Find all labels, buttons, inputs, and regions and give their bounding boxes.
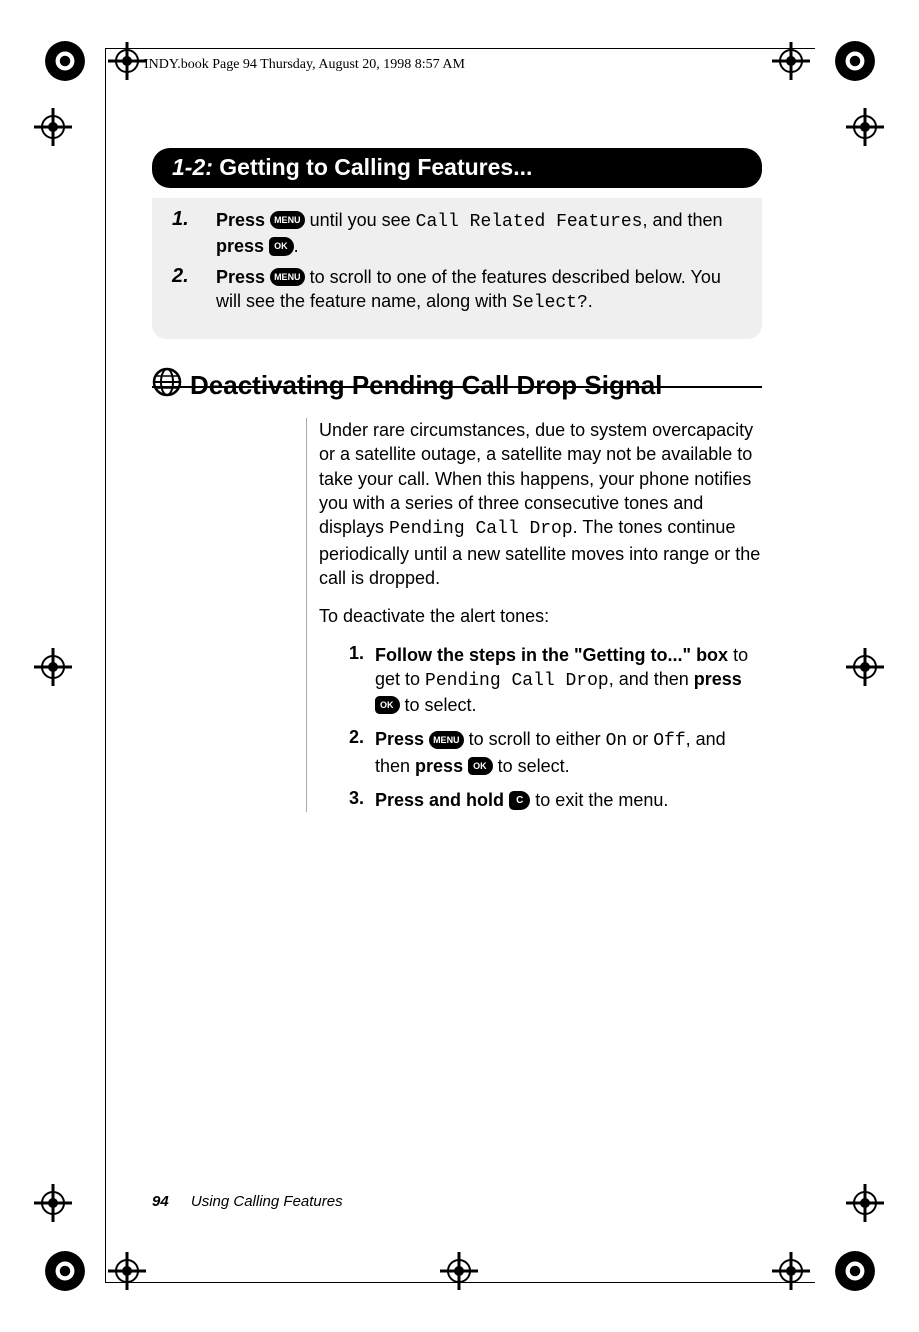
- step-number: 2.: [349, 727, 375, 778]
- crop-line-left: [105, 48, 106, 1282]
- box-step-1: 1. Press MENU until you see Call Related…: [172, 208, 742, 259]
- reg-mark-top-left-inner: [108, 42, 146, 80]
- page-number: 94: [152, 1193, 169, 1210]
- lcd-text: Pending Call Drop: [425, 671, 609, 691]
- box-step-1-body: Press MENU until you see Call Related Fe…: [216, 208, 742, 259]
- reg-mark-bottom-left-inner: [108, 1252, 146, 1290]
- box-step-2: 2. Press MENU to scroll to one of the fe…: [172, 265, 742, 316]
- footer-title: Using Calling Features: [191, 1193, 343, 1210]
- reg-star-top-left: [44, 40, 86, 82]
- crop-line-top: [105, 48, 815, 49]
- lcd-text: Off: [653, 731, 685, 751]
- step-text: Press and hold C to exit the menu.: [375, 788, 668, 812]
- reg-mark-bottom-center: [440, 1252, 478, 1290]
- menu-key-icon: MENU: [270, 268, 305, 286]
- box-heading: 1-2: Getting to Calling Features...: [152, 148, 762, 188]
- c-key-icon: C: [509, 791, 530, 811]
- text: to select.: [400, 695, 477, 715]
- text: , and then: [642, 210, 722, 230]
- text: or: [627, 729, 653, 749]
- lcd-text: On: [606, 731, 628, 751]
- press-label: press: [415, 756, 463, 776]
- press-label: press: [694, 669, 742, 689]
- press-label: press: [216, 236, 264, 256]
- reg-mark-bottom-right-inner: [772, 1252, 810, 1290]
- text: until you see: [305, 210, 416, 230]
- box-step-1-num: 1.: [172, 208, 216, 259]
- box-step-2-num: 2.: [172, 265, 216, 316]
- menu-key-icon: MENU: [270, 211, 305, 229]
- reg-mark-left-lower: [34, 1184, 72, 1222]
- running-header: INDY.book Page 94 Thursday, August 20, 1…: [144, 57, 465, 73]
- text: .: [294, 236, 299, 256]
- reg-star-bottom-left: [44, 1250, 86, 1292]
- reg-mark-top-right-inner: [772, 42, 810, 80]
- box-heading-title: Getting to Calling Features...: [219, 154, 532, 180]
- reg-star-top-right: [834, 40, 876, 82]
- step-2: 2. Press MENU to scroll to either On or …: [349, 727, 762, 778]
- text: .: [588, 291, 593, 311]
- page-footer: 94 Using Calling Features: [152, 1193, 343, 1210]
- box-step-2-body: Press MENU to scroll to one of the featu…: [216, 265, 742, 316]
- lcd-text: Pending Call Drop: [389, 519, 573, 539]
- press-label: Press: [216, 267, 265, 287]
- reg-mark-left-upper: [34, 108, 72, 146]
- text: to select.: [493, 756, 570, 776]
- press-label: Press: [375, 729, 424, 749]
- content-area: 1-2: Getting to Calling Features... 1. P…: [152, 148, 762, 822]
- numbered-steps: 1. Follow the steps in the "Getting to..…: [349, 643, 762, 813]
- ok-key-icon: OK: [375, 696, 400, 714]
- reg-star-bottom-right: [834, 1250, 876, 1292]
- step-text: Follow the steps in the "Getting to..." …: [375, 643, 762, 718]
- step-3: 3. Press and hold C to exit the menu.: [349, 788, 762, 812]
- press-label: Press: [216, 210, 265, 230]
- reg-mark-right-mid: [846, 648, 884, 686]
- bold-text: Follow the steps in the "Getting to..." …: [375, 645, 728, 665]
- reg-mark-right-lower: [846, 1184, 884, 1222]
- ok-key-icon: OK: [269, 237, 294, 255]
- step-text: Press MENU to scroll to either On or Off…: [375, 727, 762, 778]
- text: , and then: [609, 669, 694, 689]
- step-1: 1. Follow the steps in the "Getting to..…: [349, 643, 762, 718]
- step-number: 3.: [349, 788, 375, 812]
- reg-mark-left-mid: [34, 648, 72, 686]
- box-heading-number: 1-2:: [172, 154, 213, 180]
- step-number: 1.: [349, 643, 375, 718]
- lead-in: To deactivate the alert tones:: [319, 604, 762, 628]
- section-rule: [152, 386, 762, 388]
- bold-text: Press and hold: [375, 790, 504, 810]
- lcd-text: Select?: [512, 293, 588, 313]
- lcd-text: Call Related Features: [416, 212, 643, 232]
- getting-to-box: 1. Press MENU until you see Call Related…: [152, 198, 762, 339]
- text: to exit the menu.: [530, 790, 668, 810]
- text: to scroll to either: [464, 729, 606, 749]
- reg-mark-right-upper: [846, 108, 884, 146]
- ok-key-icon: OK: [468, 757, 493, 775]
- menu-key-icon: MENU: [429, 731, 464, 749]
- body-column: Under rare circumstances, due to system …: [306, 418, 762, 812]
- page: INDY.book Page 94 Thursday, August 20, 1…: [0, 0, 919, 1332]
- intro-paragraph: Under rare circumstances, due to system …: [319, 418, 762, 590]
